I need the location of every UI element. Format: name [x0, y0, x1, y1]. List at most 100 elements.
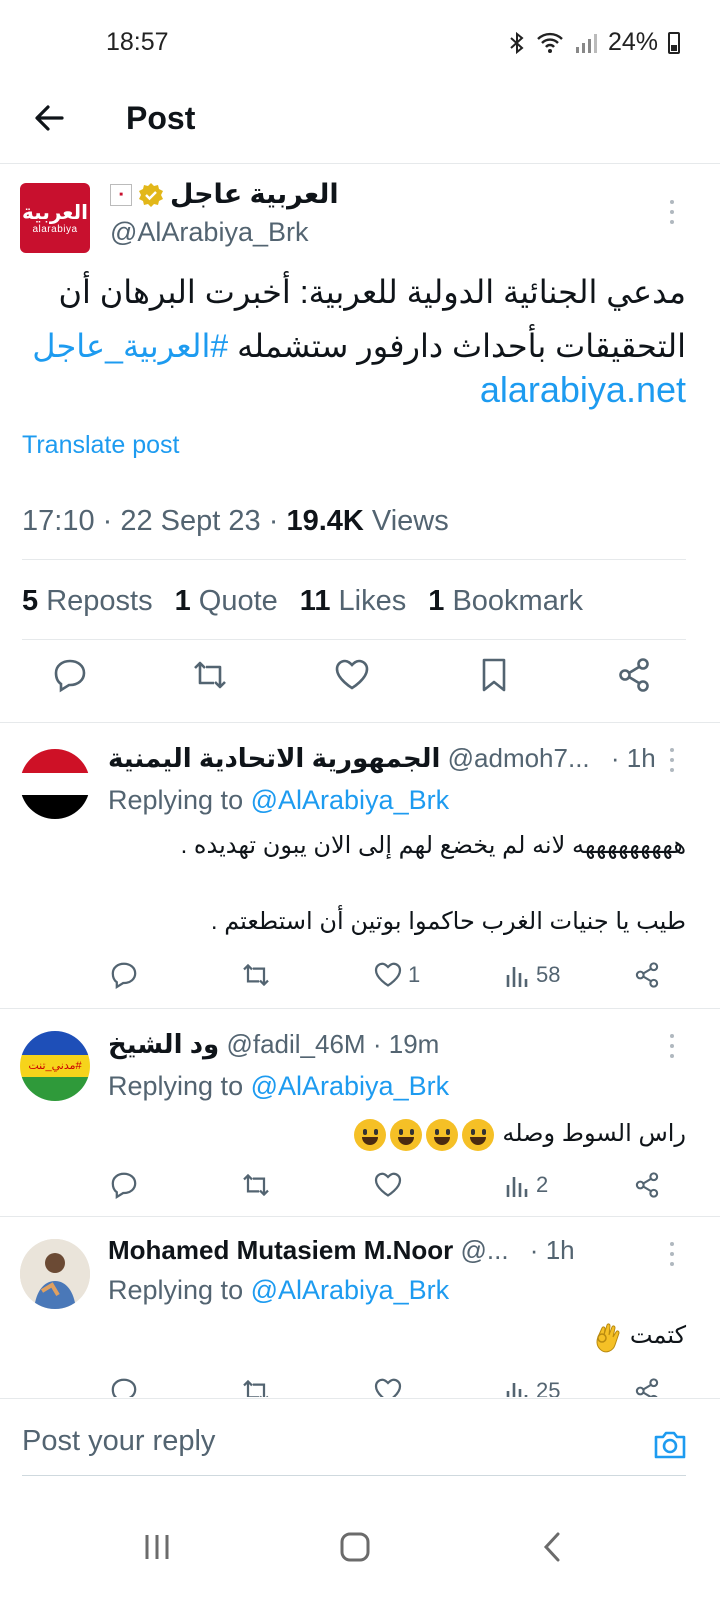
- views-button[interactable]: 2: [504, 1165, 548, 1205]
- reply-item[interactable]: Mohamed Mutasiem M.Noor @... · 1h Replyi…: [0, 1217, 720, 1397]
- reply-text-line-1: هههههههههه لانه لم يخضع لهم إلى الان يبو…: [180, 832, 686, 859]
- likes-stat[interactable]: 11 Likes: [300, 585, 406, 618]
- author-handle[interactable]: @AlArabiya_Brk: [110, 217, 308, 248]
- reply-item[interactable]: الجمهورية الاتحادية اليمنية @admoh7... ·…: [0, 723, 720, 1008]
- reply-author-name[interactable]: الجمهورية الاتحادية اليمنية: [108, 743, 440, 773]
- signal-icon: [575, 33, 597, 53]
- avatar[interactable]: العربية alarabiya: [20, 183, 90, 253]
- reply-text-line-2: طيب يا جنيات الغرب حاكموا بوتين أن استطع…: [210, 908, 686, 935]
- repost-icon: [243, 1379, 269, 1397]
- top-bar: Post: [0, 86, 720, 164]
- avatar-logo-ar: العربية: [22, 201, 88, 224]
- reply-icon: [111, 962, 137, 990]
- reply-text: راس السوط وصله: [106, 1115, 686, 1153]
- more-options-icon[interactable]: [660, 197, 684, 227]
- reply-text-line-1: راس السوط وصله: [502, 1120, 686, 1147]
- share-icon: [635, 1378, 659, 1397]
- bookmark-icon[interactable]: [474, 655, 514, 695]
- divider: [22, 559, 686, 560]
- like-heart-icon[interactable]: [332, 655, 372, 695]
- like-button[interactable]: 1: [372, 955, 420, 995]
- share-icon[interactable]: [614, 655, 654, 695]
- repost-button[interactable]: [240, 1165, 272, 1205]
- share-button[interactable]: [632, 1165, 662, 1205]
- replying-to-handle[interactable]: @AlArabiya_Brk: [251, 1071, 449, 1101]
- reply-action-bar: 2: [108, 1165, 688, 1205]
- replying-to-handle[interactable]: @AlArabiya_Brk: [251, 785, 449, 815]
- hashtag-link[interactable]: #العربية_عاجل: [32, 328, 228, 364]
- post-text: مدعي الجنائية الدولية للعربية: أخبرت الب…: [26, 265, 686, 373]
- replying-to: Replying to @AlArabiya_Brk: [108, 1071, 450, 1101]
- reply-handle[interactable]: @...: [460, 1235, 508, 1265]
- reply-time-sep: ·: [372, 1029, 382, 1059]
- share-button[interactable]: [632, 1371, 662, 1397]
- views-button[interactable]: 58: [504, 955, 560, 995]
- reply-time: 19m: [388, 1029, 440, 1059]
- like-heart-icon: [374, 1172, 402, 1197]
- home-icon[interactable]: [330, 1522, 380, 1572]
- reply-header: الجمهورية الاتحادية اليمنية @admoh7... ·…: [108, 743, 656, 774]
- reply-author-name[interactable]: Mohamed Mutasiem M.Noor: [108, 1235, 453, 1265]
- recent-apps-icon[interactable]: [132, 1522, 182, 1572]
- author-row: ■ العربية عاجل: [110, 179, 339, 210]
- avatar[interactable]: [20, 1239, 90, 1309]
- repost-icon: [243, 963, 269, 987]
- back-arrow-icon[interactable]: [28, 96, 72, 140]
- divider: [22, 639, 686, 640]
- like-count: 1: [408, 962, 421, 987]
- author-name[interactable]: العربية عاجل: [170, 179, 339, 210]
- reply-text: هههههههههه لانه لم يخضع لهم إلى الان يبو…: [106, 827, 686, 941]
- battery-percent: 24%: [607, 28, 658, 56]
- reply-item[interactable]: #مدني_تنت ود الشيخ @fadil_46M · 19m Repl…: [0, 1009, 720, 1216]
- share-icon: [635, 962, 659, 988]
- reply-button[interactable]: [108, 955, 140, 995]
- post-action-bar: [0, 655, 720, 715]
- reply-button[interactable]: [108, 1371, 140, 1397]
- like-heart-icon: [374, 962, 402, 987]
- views-button[interactable]: 25: [504, 1371, 560, 1397]
- views-count: 58: [536, 962, 561, 987]
- views-bar-chart-icon: [506, 1383, 528, 1397]
- repost-button[interactable]: [240, 955, 272, 995]
- reply-icon: [111, 1378, 137, 1397]
- external-link[interactable]: alarabiya.net: [480, 369, 686, 411]
- like-button[interactable]: [372, 1371, 408, 1397]
- reply-author-name[interactable]: ود الشيخ: [108, 1029, 219, 1059]
- avatar[interactable]: #مدني_تنت: [20, 1031, 90, 1101]
- repost-button[interactable]: [240, 1371, 272, 1397]
- ok-hand-emoji-icon: [596, 1323, 620, 1352]
- avatar[interactable]: [20, 749, 90, 819]
- grinning-face-emoji-icon: [352, 1118, 496, 1151]
- post-date: 22 Sept 23: [120, 505, 261, 537]
- reply-button[interactable]: [108, 1165, 140, 1205]
- camera-icon[interactable]: [650, 1425, 690, 1465]
- reply-handle[interactable]: @admoh7...: [448, 743, 590, 773]
- reply-time: 1h: [545, 1235, 575, 1265]
- reply-input[interactable]: Post your reply: [22, 1425, 215, 1458]
- views-bar-chart-icon: [506, 967, 528, 987]
- share-button[interactable]: [632, 955, 662, 995]
- more-options-icon[interactable]: [660, 1239, 684, 1269]
- reposts-stat[interactable]: 5 Reposts: [22, 585, 153, 618]
- page-title: Post: [126, 100, 196, 136]
- reply-handle[interactable]: @fadil_46M: [226, 1029, 365, 1059]
- views-bar-chart-icon: [506, 1177, 528, 1197]
- reply-time-sep: ·: [610, 743, 620, 773]
- replying-to-handle[interactable]: @AlArabiya_Brk: [251, 1275, 449, 1305]
- reply-text-line-1: كتمت: [629, 1322, 686, 1349]
- verified-badge-icon: [139, 182, 163, 207]
- reply-icon[interactable]: [50, 655, 90, 695]
- bookmark-stat[interactable]: 1 Bookmark: [428, 585, 583, 618]
- more-options-icon[interactable]: [660, 745, 684, 775]
- post-time: 17:10: [22, 505, 95, 537]
- system-back-icon[interactable]: [528, 1522, 578, 1572]
- views-count: 19.4K: [286, 505, 364, 537]
- quote-stat[interactable]: 1 Quote: [175, 585, 278, 618]
- views-count: 2: [536, 1172, 549, 1197]
- like-button[interactable]: [372, 1165, 408, 1205]
- translate-post-link[interactable]: Translate post: [22, 431, 179, 460]
- more-options-icon[interactable]: [660, 1031, 684, 1061]
- reply-time-sep: ·: [529, 1235, 539, 1265]
- repost-icon[interactable]: [190, 655, 230, 695]
- avatar-text: #مدني_تنت: [20, 1055, 90, 1077]
